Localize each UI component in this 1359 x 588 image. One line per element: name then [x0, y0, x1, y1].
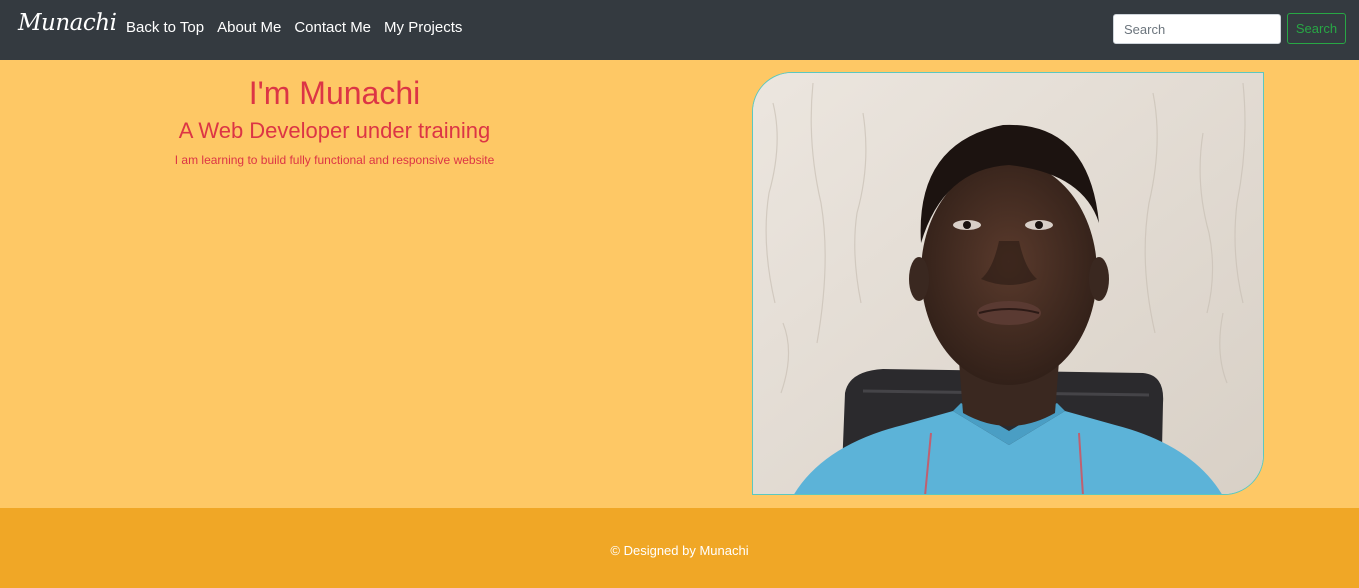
footer-copyright: © Designed by Munachi — [610, 543, 749, 558]
nav-link-back-to-top[interactable]: Back to Top — [126, 19, 204, 36]
navbar: Munachi Back to Top About Me Contact Me … — [0, 0, 1359, 60]
profile-photo — [752, 72, 1264, 495]
search-input[interactable] — [1113, 14, 1281, 44]
nav-link-about-me[interactable]: About Me — [217, 19, 281, 36]
brand-logo[interactable]: Munachi — [18, 10, 117, 36]
nav-link-contact-me[interactable]: Contact Me — [294, 19, 371, 36]
hero-section: I'm Munachi A Web Developer under traini… — [0, 60, 1359, 508]
nav-link-my-projects[interactable]: My Projects — [384, 19, 462, 36]
hero-subtitle: A Web Developer under training — [178, 118, 491, 143]
nav-links: Back to Top About Me Contact Me My Proje… — [126, 19, 475, 36]
hero-title: I'm Munachi — [248, 75, 421, 111]
footer: © Designed by Munachi — [0, 508, 1359, 588]
profile-photo-image — [753, 73, 1263, 494]
search-button[interactable]: Search — [1287, 13, 1346, 44]
hero-description: I am learning to build fully functional … — [174, 153, 495, 167]
